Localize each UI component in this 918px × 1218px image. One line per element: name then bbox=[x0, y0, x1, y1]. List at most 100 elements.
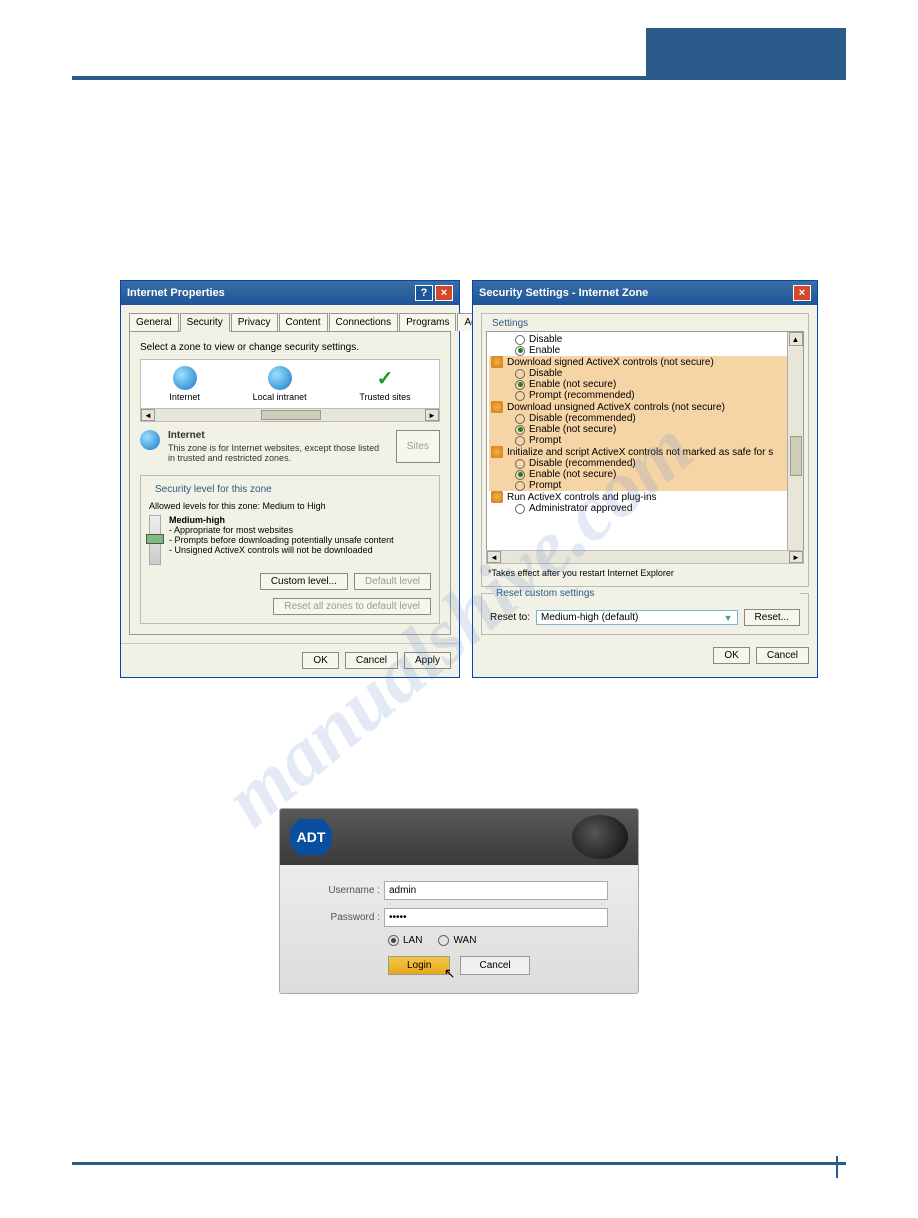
titlebar[interactable]: Internet Properties ? × bbox=[121, 281, 459, 305]
page-footer-rule bbox=[72, 1162, 846, 1166]
tree-group[interactable]: Download signed ActiveX controls (not se… bbox=[489, 356, 801, 368]
tree-scrollbar[interactable]: ▲ bbox=[787, 332, 803, 550]
radio-icon[interactable] bbox=[515, 470, 525, 480]
globe-icon bbox=[140, 430, 160, 450]
zones-list[interactable]: Internet Local intranet ✓Trusted sites bbox=[140, 359, 440, 409]
tree-option[interactable]: Prompt bbox=[489, 480, 801, 491]
tree-group[interactable]: Download unsigned ActiveX controls (not … bbox=[489, 401, 801, 413]
settings-legend: Settings bbox=[490, 318, 530, 329]
tree-option[interactable]: Enable (not secure) bbox=[489, 469, 801, 480]
tree-option[interactable]: Disable bbox=[489, 334, 801, 345]
radio-icon[interactable] bbox=[515, 335, 525, 345]
tree-option[interactable]: Prompt bbox=[489, 435, 801, 446]
scroll-right-icon[interactable]: ► bbox=[425, 409, 439, 421]
tab-programs[interactable]: Programs bbox=[399, 313, 456, 331]
login-button[interactable]: Login ↖ bbox=[388, 956, 450, 975]
allowed-levels-label: Allowed levels for this zone: Medium to … bbox=[149, 501, 431, 511]
tree-group[interactable]: Initialize and script ActiveX controls n… bbox=[489, 446, 801, 458]
scroll-up-icon[interactable]: ▲ bbox=[789, 332, 803, 346]
reset-legend: Reset custom settings bbox=[494, 588, 800, 599]
tab-connections[interactable]: Connections bbox=[329, 313, 399, 331]
security-level-legend: Security level for this zone bbox=[153, 484, 274, 495]
internet-properties-dialog: Internet Properties ? × GeneralSecurityP… bbox=[120, 280, 460, 678]
radio-icon[interactable] bbox=[515, 346, 525, 356]
check-icon: ✓ bbox=[373, 366, 397, 390]
level-description: Medium-high - Appropriate for most websi… bbox=[169, 515, 394, 565]
tab-general[interactable]: General bbox=[129, 313, 179, 331]
gear-icon bbox=[491, 491, 503, 503]
zone-trusted-sites[interactable]: ✓Trusted sites bbox=[359, 366, 410, 402]
reset-to-select[interactable]: Medium-high (default) ▼ bbox=[536, 610, 738, 625]
cancel-button[interactable]: Cancel bbox=[345, 652, 398, 669]
login-header: ADT bbox=[280, 809, 638, 865]
tree-option[interactable]: Administrator approved bbox=[489, 503, 801, 514]
username-label: Username : bbox=[310, 885, 380, 896]
default-level-button[interactable]: Default level bbox=[354, 573, 431, 590]
radio-icon[interactable] bbox=[515, 391, 525, 401]
scroll-right-icon[interactable]: ► bbox=[789, 551, 803, 563]
tree-option[interactable]: Disable (recommended) bbox=[489, 458, 801, 469]
restart-note: *Takes effect after you restart Internet… bbox=[486, 564, 804, 582]
radio-icon[interactable] bbox=[515, 414, 525, 424]
settings-tree[interactable]: DisableEnableDownload signed ActiveX con… bbox=[486, 331, 804, 551]
radio-icon[interactable] bbox=[515, 459, 525, 469]
security-level-slider[interactable] bbox=[149, 515, 161, 565]
ok-button[interactable]: OK bbox=[713, 647, 749, 664]
close-icon[interactable]: × bbox=[435, 285, 453, 301]
tree-option[interactable]: Enable (not secure) bbox=[489, 379, 801, 390]
password-input[interactable] bbox=[384, 908, 608, 927]
page-header bbox=[72, 30, 846, 80]
ok-button[interactable]: OK bbox=[302, 652, 338, 669]
help-icon[interactable]: ? bbox=[415, 285, 433, 301]
titlebar[interactable]: Security Settings - Internet Zone × bbox=[473, 281, 817, 305]
security-settings-dialog: Security Settings - Internet Zone × Sett… bbox=[472, 280, 818, 678]
zone-internet[interactable]: Internet bbox=[169, 366, 200, 402]
wan-radio[interactable]: WAN bbox=[438, 935, 476, 946]
cancel-button[interactable]: Cancel bbox=[756, 647, 809, 664]
tab-security[interactable]: Security bbox=[180, 313, 230, 332]
radio-icon[interactable] bbox=[515, 425, 525, 435]
reset-zones-button[interactable]: Reset all zones to default level bbox=[273, 598, 431, 615]
tree-option[interactable]: Prompt (recommended) bbox=[489, 390, 801, 401]
radio-icon[interactable] bbox=[515, 504, 525, 514]
scroll-thumb[interactable] bbox=[790, 436, 802, 476]
gear-icon bbox=[491, 356, 503, 368]
reset-to-label: Reset to: bbox=[490, 612, 530, 623]
scroll-left-icon[interactable]: ◄ bbox=[141, 409, 155, 421]
tree-group[interactable]: Run ActiveX controls and plug-ins bbox=[489, 491, 801, 503]
gear-icon bbox=[491, 446, 503, 458]
tree-option[interactable]: Enable (not secure) bbox=[489, 424, 801, 435]
radio-icon[interactable] bbox=[515, 481, 525, 491]
globe-icon bbox=[173, 366, 197, 390]
select-zone-label: Select a zone to view or change security… bbox=[140, 342, 440, 353]
tree-h-scrollbar[interactable]: ◄ ► bbox=[486, 550, 804, 564]
apply-button[interactable]: Apply bbox=[404, 652, 451, 669]
close-icon[interactable]: × bbox=[793, 285, 811, 301]
zone-local-intranet[interactable]: Local intranet bbox=[253, 366, 307, 402]
radio-icon[interactable] bbox=[515, 436, 525, 446]
radio-icon[interactable] bbox=[515, 380, 525, 390]
reset-button[interactable]: Reset... bbox=[744, 609, 800, 626]
tree-option[interactable]: Enable bbox=[489, 345, 801, 356]
window-title: Internet Properties bbox=[127, 287, 225, 299]
radio-icon[interactable] bbox=[515, 369, 525, 379]
cursor-hand-icon: ↖ bbox=[444, 965, 456, 982]
page-footer-mark bbox=[836, 1156, 838, 1178]
sites-button[interactable]: Sites bbox=[396, 430, 440, 463]
tree-option[interactable]: Disable (recommended) bbox=[489, 413, 801, 424]
scroll-thumb[interactable] bbox=[261, 410, 321, 420]
lan-radio[interactable]: LAN bbox=[388, 935, 422, 946]
tab-privacy[interactable]: Privacy bbox=[231, 313, 278, 331]
cancel-button[interactable]: Cancel bbox=[460, 956, 529, 975]
password-label: Password : bbox=[310, 912, 380, 923]
scroll-left-icon[interactable]: ◄ bbox=[487, 551, 501, 563]
header-color-block bbox=[646, 28, 846, 76]
tab-content[interactable]: Content bbox=[279, 313, 328, 331]
camera-lens-icon bbox=[572, 815, 628, 859]
tab-strip: GeneralSecurityPrivacyContentConnections… bbox=[129, 313, 451, 332]
zone-description: Internet This zone is for Internet websi… bbox=[168, 430, 388, 463]
username-input[interactable] bbox=[384, 881, 608, 900]
tree-option[interactable]: Disable bbox=[489, 368, 801, 379]
custom-level-button[interactable]: Custom level... bbox=[260, 573, 348, 590]
zones-scrollbar[interactable]: ◄ ► bbox=[140, 408, 440, 422]
